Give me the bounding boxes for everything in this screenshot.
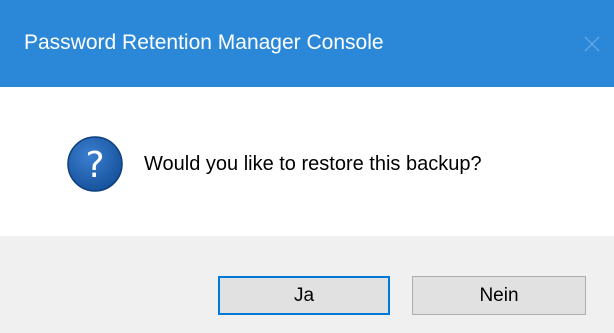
close-button[interactable]: [570, 22, 614, 66]
svg-text:?: ?: [85, 145, 104, 186]
close-icon: [584, 36, 600, 52]
dialog-content: ? Would you like to restore this backup?: [0, 87, 614, 236]
window-title: Password Retention Manager Console: [24, 31, 384, 54]
dialog-message: Would you like to restore this backup?: [144, 153, 482, 175]
button-bar: Ja Nein: [0, 236, 614, 333]
message-dialog: Password Retention Manager Console ? Wou…: [0, 0, 614, 333]
question-icon: ?: [67, 136, 123, 192]
yes-button[interactable]: Ja: [218, 276, 390, 315]
title-bar[interactable]: Password Retention Manager Console: [0, 0, 614, 87]
no-button[interactable]: Nein: [412, 276, 586, 315]
